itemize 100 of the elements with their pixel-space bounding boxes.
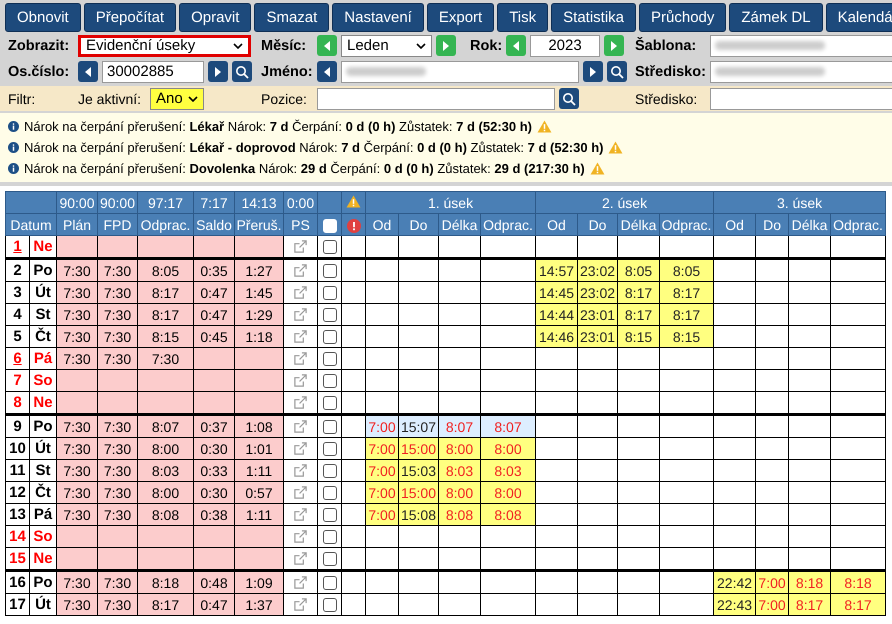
- segment-header: 2. úsek: [536, 192, 714, 214]
- row-checkbox[interactable]: [322, 576, 336, 590]
- table-cell: [56, 526, 98, 548]
- search-button[interactable]: [559, 88, 579, 109]
- external-link-icon[interactable]: [293, 575, 308, 590]
- select-all-checkbox[interactable]: [322, 218, 336, 233]
- table-cell: [56, 392, 98, 414]
- external-link-icon[interactable]: [293, 551, 308, 566]
- month-select[interactable]: Leden: [341, 34, 432, 56]
- toolbar-button[interactable]: Zámek DL: [729, 3, 823, 32]
- next-button[interactable]: [208, 61, 228, 82]
- table-cell: [194, 236, 234, 258]
- search-button[interactable]: [607, 61, 627, 82]
- table-cell: 7:30: [98, 348, 138, 370]
- row-checkbox[interactable]: [322, 486, 336, 500]
- display-select[interactable]: Evidenční úseky: [78, 34, 251, 56]
- name-field[interactable]: [341, 60, 579, 82]
- toolbar-button[interactable]: Opravit: [179, 3, 252, 32]
- center-field[interactable]: [710, 88, 892, 110]
- year-field[interactable]: 2023: [530, 34, 600, 56]
- toolbar-button[interactable]: Průchody: [639, 3, 726, 32]
- table-cell: 7:30: [56, 304, 98, 326]
- row-checkbox[interactable]: [322, 308, 336, 322]
- external-link-icon[interactable]: [293, 507, 308, 522]
- triangle-left-icon: [322, 40, 332, 52]
- external-link-icon[interactable]: [293, 373, 308, 388]
- chevron-down-icon: [233, 42, 243, 48]
- segment-cell: 8:18: [830, 570, 886, 594]
- next-button[interactable]: [583, 61, 603, 82]
- external-link-icon[interactable]: [293, 441, 308, 456]
- toolbar-button[interactable]: Tisk: [497, 3, 548, 32]
- external-link-icon[interactable]: [293, 329, 308, 344]
- active-select[interactable]: Ano: [150, 88, 204, 110]
- row-checkbox[interactable]: [322, 396, 336, 410]
- column-header: Datum: [6, 214, 56, 236]
- row-checkbox[interactable]: [322, 530, 336, 544]
- info-icon: [8, 163, 19, 174]
- field-label: Je aktivní:: [78, 90, 142, 106]
- row-checkbox[interactable]: [322, 508, 336, 522]
- previous-button[interactable]: [317, 61, 337, 82]
- segment-cell: 22:43: [714, 594, 756, 616]
- toolbar-button[interactable]: Statistika: [551, 3, 636, 32]
- row-checkbox[interactable]: [322, 552, 336, 566]
- external-link-icon[interactable]: [293, 239, 308, 254]
- total-value: 90:00: [56, 192, 98, 214]
- day-cell: 16: [6, 570, 30, 594]
- search-button[interactable]: [232, 61, 252, 82]
- row-checkbox[interactable]: [322, 264, 336, 278]
- column-header: Saldo: [194, 214, 234, 236]
- row-checkbox[interactable]: [322, 352, 336, 366]
- column-header: Plán: [56, 214, 98, 236]
- toolbar-button[interactable]: Nastavení: [332, 3, 424, 32]
- row-checkbox[interactable]: [322, 330, 336, 344]
- external-link-icon[interactable]: [293, 307, 308, 322]
- table-cell: 0:57: [234, 482, 284, 504]
- row-checkbox[interactable]: [322, 598, 336, 612]
- external-link-icon[interactable]: [293, 351, 308, 366]
- employee-number-field[interactable]: 30002885: [102, 60, 204, 82]
- toolbar-button[interactable]: Smazat: [254, 3, 330, 32]
- day-cell: 2: [6, 258, 30, 282]
- table-cell: 8:00: [138, 482, 194, 504]
- notice-text: Nárok na čerpání přerušení: Lékař - doprovod Nárok: 7 d Čerpání: 0 d (0 h) Zůstatek: 7 d (52:30 h): [24, 140, 604, 155]
- external-link-icon[interactable]: [293, 395, 308, 410]
- toolbar-button[interactable]: Export: [426, 3, 494, 32]
- external-link-icon[interactable]: [293, 529, 308, 544]
- segment-cell: 7:00: [366, 482, 398, 504]
- toolbar-button[interactable]: Přepočítat: [84, 3, 176, 32]
- position-field[interactable]: [317, 88, 555, 110]
- external-link-icon[interactable]: [293, 485, 308, 500]
- day-cell: 7: [6, 370, 30, 392]
- table-cell: [98, 236, 138, 258]
- table-cell: [194, 392, 234, 414]
- previous-button[interactable]: [78, 61, 98, 82]
- row-checkbox[interactable]: [322, 420, 336, 434]
- table-cell: 7:30: [56, 348, 98, 370]
- row-checkbox[interactable]: [322, 240, 336, 254]
- column-header: Odprac.: [138, 214, 194, 236]
- segment-cell: 14:45: [536, 282, 578, 304]
- center-field[interactable]: [710, 60, 892, 82]
- external-link-icon[interactable]: [293, 285, 308, 300]
- row-checkbox[interactable]: [322, 286, 336, 300]
- segment-header: 1. úsek: [366, 192, 536, 214]
- day-cell: 4: [6, 304, 30, 326]
- external-link-icon[interactable]: [293, 597, 308, 612]
- table-cell: 0:47: [194, 594, 234, 616]
- day-cell: 8: [6, 392, 30, 414]
- segment-cell: 8:07: [480, 414, 536, 438]
- table-cell: 7:30: [98, 282, 138, 304]
- table-cell: 1:37: [234, 594, 284, 616]
- template-field[interactable]: [710, 34, 892, 56]
- external-link-icon[interactable]: [293, 263, 308, 278]
- row-checkbox[interactable]: [322, 374, 336, 388]
- row-checkbox[interactable]: [322, 442, 336, 456]
- external-link-icon[interactable]: [293, 419, 308, 434]
- segment-cell: 23:01: [578, 326, 618, 348]
- segment-cell: 8:17: [830, 594, 886, 616]
- toolbar-button[interactable]: Obnovit: [5, 3, 81, 32]
- external-link-icon[interactable]: [293, 463, 308, 478]
- warning-icon: [590, 162, 605, 175]
- row-checkbox[interactable]: [322, 464, 336, 478]
